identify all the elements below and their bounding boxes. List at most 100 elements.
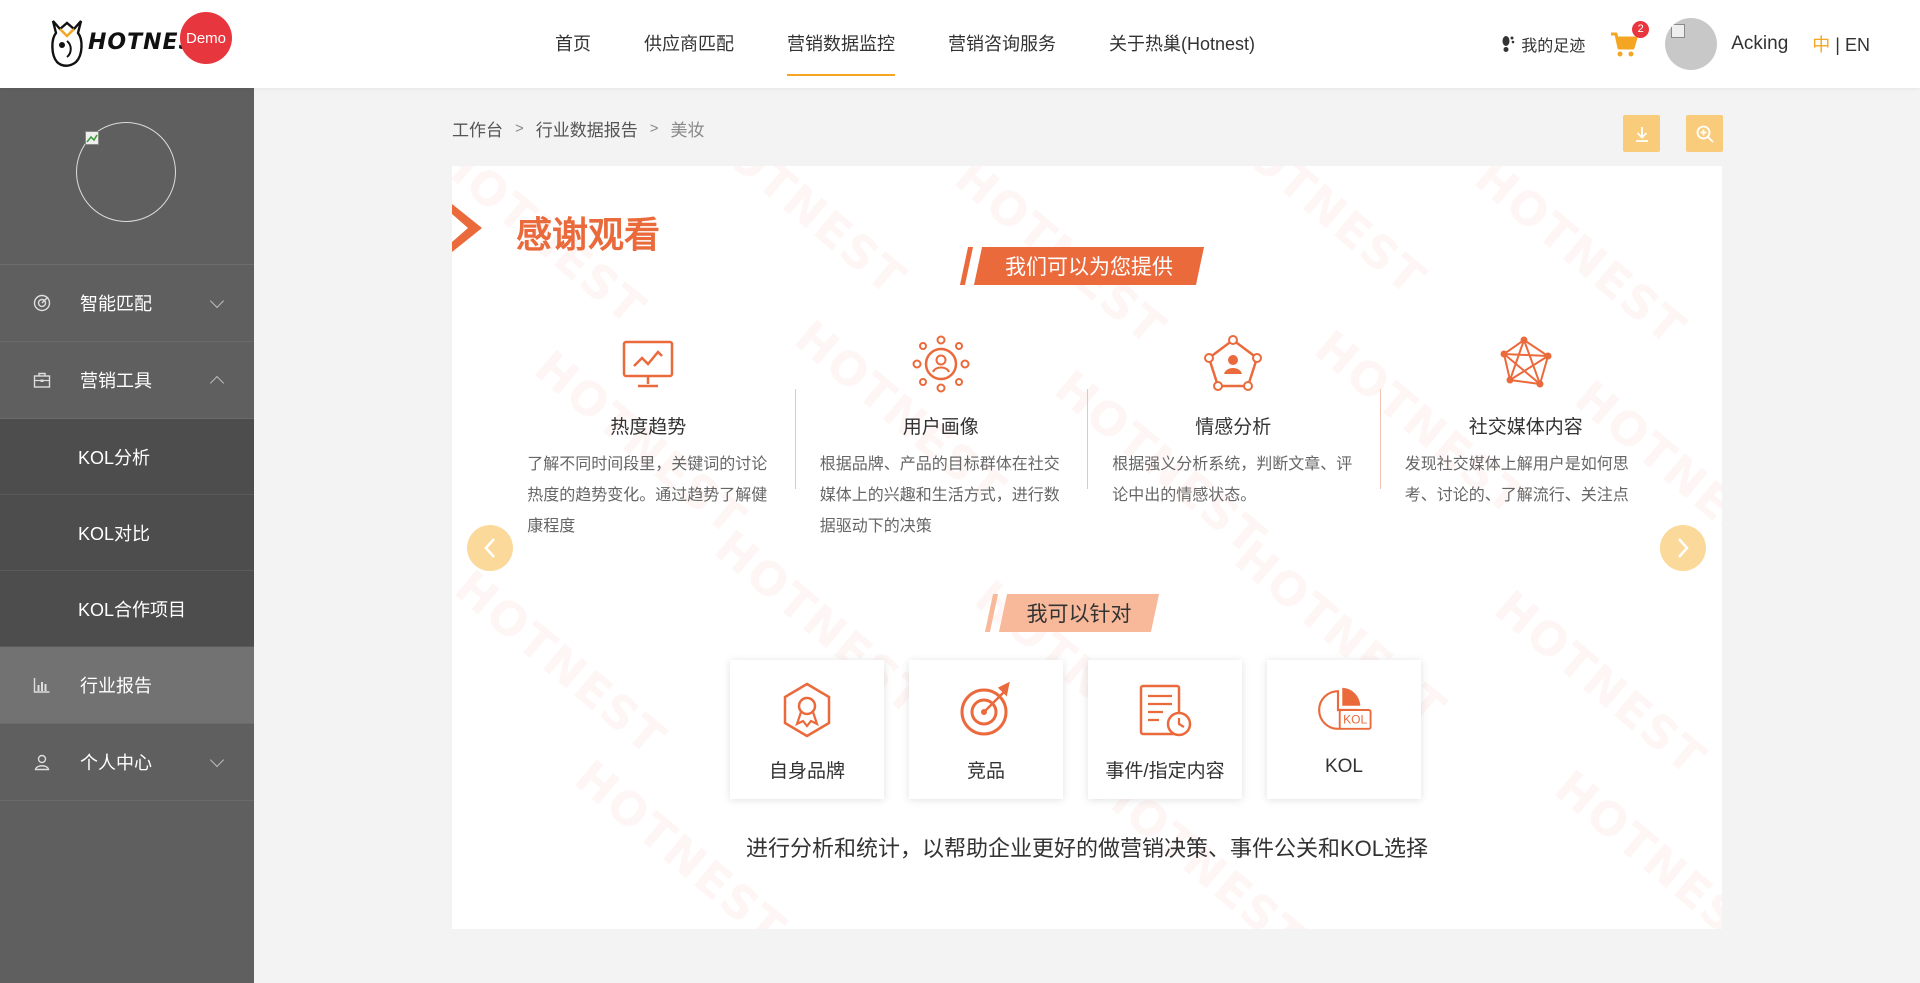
breadcrumb-current: 美妆	[670, 121, 705, 140]
watermark: HOTNEST	[1484, 579, 1717, 787]
feature-item: 社交媒体内容 发现社交媒体上解用户是如何思考、讨论的、了解流行、关注点	[1379, 334, 1673, 554]
chevron-right-icon	[1678, 538, 1689, 558]
target-label: 事件/指定内容	[1105, 761, 1225, 782]
target-card: 自身品牌	[730, 660, 884, 799]
sidebar-item-label: 个人中心	[80, 753, 152, 773]
summary-text: 进行分析和统计，以帮助企业更好的做营销决策、事件公关和KOL选择	[745, 836, 1429, 861]
target-list: 自身品牌 竞品 事件/指定内容 KOL KOL	[730, 660, 1446, 799]
broken-image-icon	[85, 131, 99, 145]
target-label: 自身品牌	[768, 761, 845, 782]
section-banner-provide: 我们可以为您提供	[959, 247, 1205, 285]
chevron-down-icon	[209, 293, 225, 309]
watermark: HOTNEST	[684, 166, 917, 307]
footprint-icon	[1502, 36, 1515, 52]
breadcrumb-industry-report[interactable]: 行业数据报告	[536, 116, 638, 141]
trend-monitor-icon	[623, 340, 674, 388]
cart-button[interactable]: 2	[1609, 21, 1650, 59]
zoom-in-icon	[1696, 125, 1714, 143]
breadcrumb-workbench[interactable]: 工作台	[452, 116, 503, 141]
sidebar-item-personal-center[interactable]: 个人中心	[0, 724, 254, 801]
chevron-up-icon	[209, 375, 225, 391]
hotnest-logo[interactable]: HOTNEST Demo	[50, 12, 240, 72]
broken-image-icon	[1671, 24, 1686, 38]
demo-badge: Demo	[180, 12, 232, 64]
user-portrait-icon	[912, 335, 970, 393]
target-label: KOL	[1324, 756, 1364, 777]
nav-about[interactable]: 关于热巢(Hotnest)	[1109, 0, 1255, 88]
watermark: HOTNEST	[452, 559, 677, 767]
sidebar-avatar-area	[0, 88, 254, 265]
nav-consulting[interactable]: 营销咨询服务	[948, 0, 1056, 88]
bar-chart-icon	[33, 678, 50, 693]
feature-list: 热度趋势 了解不同时间段里，关键词的讨论热度的趋势变化。通过趋势了解健康程度 用…	[502, 334, 1672, 554]
sidebar-item-marketing-tools[interactable]: 营销工具	[0, 342, 254, 419]
feature-title: 社交媒体内容	[1468, 417, 1583, 438]
main-nav: 首页 供应商匹配 营销数据监控 营销咨询服务 关于热巢(Hotnest)	[555, 0, 1308, 88]
breadcrumb: 工作台 > 行业数据报告 > 美妆	[452, 116, 705, 141]
banner-label: 我可以针对	[1026, 603, 1132, 626]
sidebar-item-industry-report[interactable]: 行业报告	[0, 647, 254, 724]
watermark: HOTNEST	[1464, 166, 1697, 357]
target-card: KOL KOL	[1267, 660, 1421, 799]
chevron-left-icon	[484, 538, 495, 558]
feature-desc: 发现社交媒体上解用户是如何思考、讨论的、了解流行、关注点	[1404, 456, 1629, 504]
footprint-link[interactable]: 我的足迹	[1501, 32, 1585, 56]
lang-separator: |	[1835, 35, 1840, 55]
report-slide: HOTNEST HOTNEST HOTNEST HOTNEST HOTNEST …	[452, 166, 1722, 929]
sidebar-subitem-kol-compare[interactable]: KOL对比	[0, 495, 254, 571]
watermark: HOTNEST	[1204, 166, 1437, 307]
carousel-next-button[interactable]	[1660, 525, 1706, 571]
chevron-down-icon	[209, 752, 225, 768]
feature-title: 情感分析	[1195, 417, 1272, 438]
sidebar-item-label: 营销工具	[80, 371, 152, 391]
feature-desc: 了解不同时间段里，关键词的讨论热度的趋势变化。通过趋势了解健康程度	[527, 456, 768, 535]
competitor-target-icon	[960, 681, 1010, 736]
feature-item: 情感分析 根据强义分析系统，判断文章、评论中出的情感状态。	[1087, 334, 1380, 554]
user-avatar[interactable]	[1665, 18, 1718, 70]
user-icon	[34, 754, 50, 771]
sentiment-network-icon	[1204, 335, 1263, 391]
feature-title: 用户画像	[902, 417, 979, 438]
carousel-prev-button[interactable]	[467, 525, 513, 571]
sidebar-item-smart-match[interactable]: 智能匹配	[0, 265, 254, 342]
sidebar-subitem-kol-projects[interactable]: KOL合作项目	[0, 571, 254, 647]
header-right: 我的足迹 2 Acking 中 | EN	[1501, 0, 1870, 88]
lang-en[interactable]: EN	[1845, 35, 1870, 55]
feature-desc: 根据品牌、产品的目标群体在社交媒体上的兴趣和生活方式，进行数据驱动下的决策	[819, 456, 1060, 535]
event-document-icon	[1139, 684, 1192, 737]
username[interactable]: Acking	[1731, 33, 1788, 55]
kol-icon-text: KOL	[1343, 713, 1367, 727]
target-label: 竞品	[966, 761, 1005, 782]
download-button[interactable]	[1623, 115, 1660, 152]
nav-home[interactable]: 首页	[555, 0, 591, 88]
slide-title: 感谢观看	[516, 215, 661, 256]
play-triangle-icon	[452, 204, 482, 252]
social-network-icon	[1500, 336, 1552, 388]
breadcrumb-separator: >	[649, 120, 659, 137]
sidebar-item-label: 行业报告	[80, 676, 152, 696]
target-card: 竞品	[909, 660, 1063, 799]
lang-zh[interactable]: 中	[1812, 35, 1830, 55]
kol-pie-icon: KOL	[1318, 687, 1372, 730]
sidebar-avatar[interactable]	[76, 122, 176, 222]
breadcrumb-separator: >	[515, 120, 524, 137]
sidebar: 智能匹配 营销工具 KOL分析 KOL对比 KOL合作项目 行业报告 个人中心	[0, 88, 254, 983]
briefcase-icon	[33, 372, 51, 388]
sidebar-subitem-kol-analysis[interactable]: KOL分析	[0, 419, 254, 495]
zoom-in-button[interactable]	[1686, 115, 1723, 152]
target-icon	[33, 294, 51, 312]
nav-supplier-match[interactable]: 供应商匹配	[644, 0, 734, 88]
owl-logo-icon	[51, 20, 83, 67]
feature-desc: 根据强义分析系统，判断文章、评论中出的情感状态。	[1112, 456, 1353, 504]
feature-item: 热度趋势 了解不同时间段里，关键词的讨论热度的趋势变化。通过趋势了解健康程度	[502, 334, 795, 554]
nav-marketing-monitor[interactable]: 营销数据监控	[787, 0, 895, 88]
target-card: 事件/指定内容	[1088, 660, 1242, 799]
download-icon	[1635, 126, 1648, 142]
language-switch: 中 | EN	[1812, 31, 1870, 57]
banner-label: 我们可以为您提供	[1005, 256, 1173, 279]
cart-count-badge: 2	[1632, 21, 1650, 38]
brand-badge-icon	[783, 682, 831, 738]
sidebar-item-label: 智能匹配	[80, 294, 152, 314]
footprint-label: 我的足迹	[1521, 38, 1586, 55]
top-header: HOTNEST Demo 首页 供应商匹配 营销数据监控 营销咨询服务 关于热巢…	[0, 0, 1920, 88]
